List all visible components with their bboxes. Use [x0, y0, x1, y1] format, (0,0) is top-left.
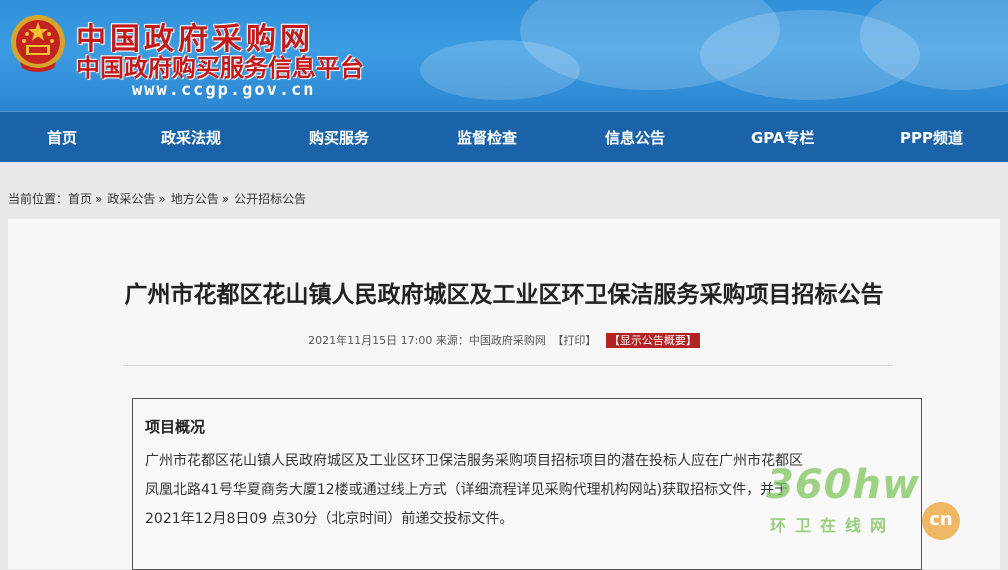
breadcrumb: 当前位置：首页» 政采公告» 地方公告» 公开招标公告: [8, 190, 306, 207]
overview-line: 广州市花都区花山镇人民政府城区及工业区环卫保洁服务采购项目招标项目的潜在投标人应…: [145, 453, 803, 469]
nav-item-gpa[interactable]: GPA专栏: [751, 127, 815, 148]
site-subtitle: 中国政府购买服务信息平台: [76, 54, 364, 82]
nav-item-supervision[interactable]: 监督检查: [457, 127, 517, 148]
article-meta: 2021年11月15日 17:00 来源：中国政府采购网 【打印】 【显示公告概…: [8, 332, 1000, 348]
site-url[interactable]: www.ccgp.gov.cn: [132, 80, 316, 100]
breadcrumb-separator: »: [221, 192, 230, 206]
publish-date-source: 2021年11月15日 17:00 来源：中国政府采购网: [308, 334, 546, 347]
show-summary-button[interactable]: 【显示公告概要】: [605, 333, 700, 348]
main-nav: 首页 政采法规 购买服务 监督检查 信息公告 GPA专栏 PPP频道: [0, 111, 1008, 162]
article: 广州市花都区花山镇人民政府城区及工业区环卫保洁服务采购项目招标公告 2021年1…: [8, 219, 1000, 570]
breadcrumb-procurement-notices[interactable]: 政采公告: [107, 192, 155, 206]
breadcrumb-open-tender-notices[interactable]: 公开招标公告: [234, 192, 306, 206]
project-overview-box: 项目概况 广州市花都区花山镇人民政府城区及工业区环卫保洁服务采购项目招标项目的潜…: [132, 398, 922, 570]
site-header: 中国政府采购网 中国政府购买服务信息平台 www.ccgp.gov.cn: [0, 0, 1008, 111]
breadcrumb-local-notices[interactable]: 地方公告: [171, 192, 219, 206]
national-emblem-icon: [11, 15, 65, 72]
breadcrumb-separator: »: [95, 192, 103, 206]
nav-item-regulations[interactable]: 政采法规: [161, 127, 221, 148]
nav-item-ppp[interactable]: PPP频道: [900, 127, 963, 148]
section-heading: 项目概况: [145, 418, 206, 436]
article-title: 广州市花都区花山镇人民政府城区及工业区环卫保洁服务采购项目招标公告: [124, 282, 884, 308]
cloud-decoration: [420, 40, 580, 100]
print-link[interactable]: 【打印】: [552, 334, 596, 347]
breadcrumb-prefix: 当前位置：: [8, 192, 69, 206]
overview-text: 广州市花都区花山镇人民政府城区及工业区环卫保洁服务采购项目招标项目的潜在投标人应…: [145, 447, 905, 534]
nav-item-purchase-services[interactable]: 购买服务: [309, 127, 369, 148]
divider: [123, 365, 893, 366]
overview-line: 2021年12月8日09 点30分（北京时间）前递交投标文件。: [145, 511, 514, 527]
breadcrumb-separator: »: [158, 192, 166, 206]
overview-line: 凤凰北路41号华夏商务大厦12楼或通过线上方式（详细流程详见采购代理机构网站)获…: [145, 482, 789, 498]
nav-item-home[interactable]: 首页: [47, 127, 77, 148]
breadcrumb-home[interactable]: 首页: [68, 192, 92, 206]
nav-item-announcements[interactable]: 信息公告: [605, 127, 665, 148]
